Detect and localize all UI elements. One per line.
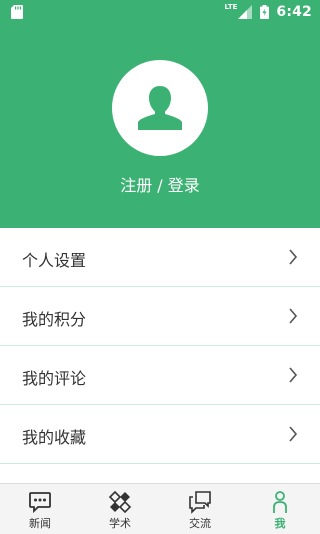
- settings-menu: 个人设置 我的积分 我的评论 我的收藏: [0, 228, 320, 464]
- menu-item-label: 个人设置: [22, 251, 87, 270]
- tab-academic[interactable]: 学术: [80, 484, 160, 534]
- login-register-link[interactable]: 注册 / 登录: [0, 172, 320, 196]
- tab-label: 交流: [189, 517, 211, 530]
- tab-discussion[interactable]: 交流: [160, 484, 240, 534]
- profile-header: 注册 / 登录: [0, 24, 320, 228]
- academic-icon: [108, 490, 132, 514]
- battery-icon: [260, 5, 270, 19]
- status-indicators: LTE 6:42: [225, 3, 312, 21]
- person-icon: [273, 491, 287, 513]
- network-type: LTE: [224, 3, 238, 11]
- menu-item-my-favorites[interactable]: 我的收藏: [0, 405, 320, 464]
- menu-item-label: 我的评论: [22, 369, 87, 388]
- chevron-right-icon: [289, 249, 298, 265]
- user-icon: [138, 86, 182, 130]
- avatar[interactable]: [112, 60, 208, 156]
- tab-me[interactable]: 我: [240, 484, 320, 534]
- menu-item-my-points[interactable]: 我的积分: [0, 287, 320, 346]
- discussion-icon: [189, 491, 211, 514]
- signal-icon: [238, 5, 253, 19]
- clock: 6:42: [276, 4, 312, 20]
- sd-card-icon: [11, 5, 23, 19]
- chevron-right-icon: [289, 308, 298, 324]
- tab-label: 我: [274, 517, 286, 530]
- tab-label: 新闻: [29, 517, 51, 530]
- chevron-right-icon: [289, 367, 298, 383]
- bottom-tab-bar: 新闻 学术 交流 我: [0, 483, 320, 534]
- tab-news[interactable]: 新闻: [0, 484, 80, 534]
- chevron-right-icon: [289, 426, 298, 442]
- menu-item-label: 我的积分: [22, 310, 87, 329]
- menu-item-personal-settings[interactable]: 个人设置: [0, 228, 320, 287]
- menu-item-label: 我的收藏: [22, 428, 87, 447]
- chat-bubble-icon: [29, 492, 51, 514]
- menu-item-my-comments[interactable]: 我的评论: [0, 346, 320, 405]
- tab-label: 学术: [109, 517, 131, 530]
- status-bar: LTE 6:42: [0, 0, 320, 24]
